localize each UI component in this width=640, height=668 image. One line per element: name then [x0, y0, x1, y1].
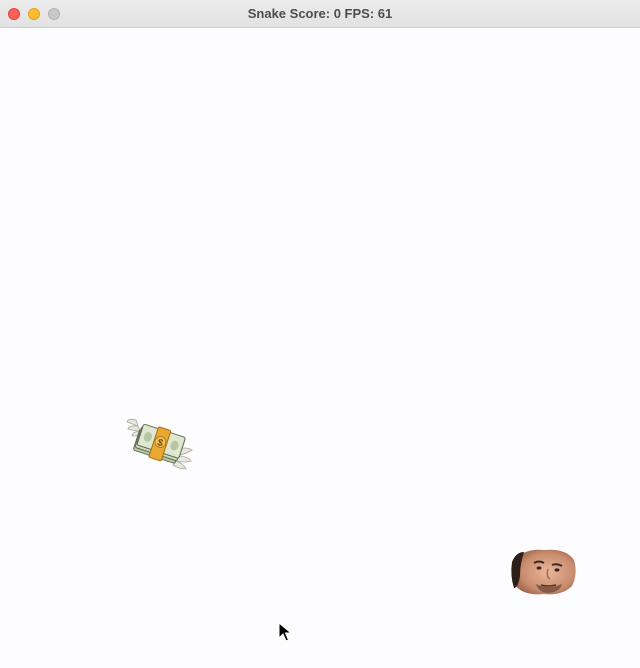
- mouse-cursor-icon: [278, 622, 292, 642]
- money-with-wings-icon: $: [126, 418, 193, 470]
- title-bar[interactable]: Snake Score: 0 FPS: 61: [0, 0, 640, 28]
- game-window: Snake Score: 0 FPS: 61 $: [0, 0, 640, 668]
- face-icon: [511, 549, 576, 595]
- window-title: Snake Score: 0 FPS: 61: [247, 6, 393, 21]
- game-canvas[interactable]: $: [0, 28, 640, 668]
